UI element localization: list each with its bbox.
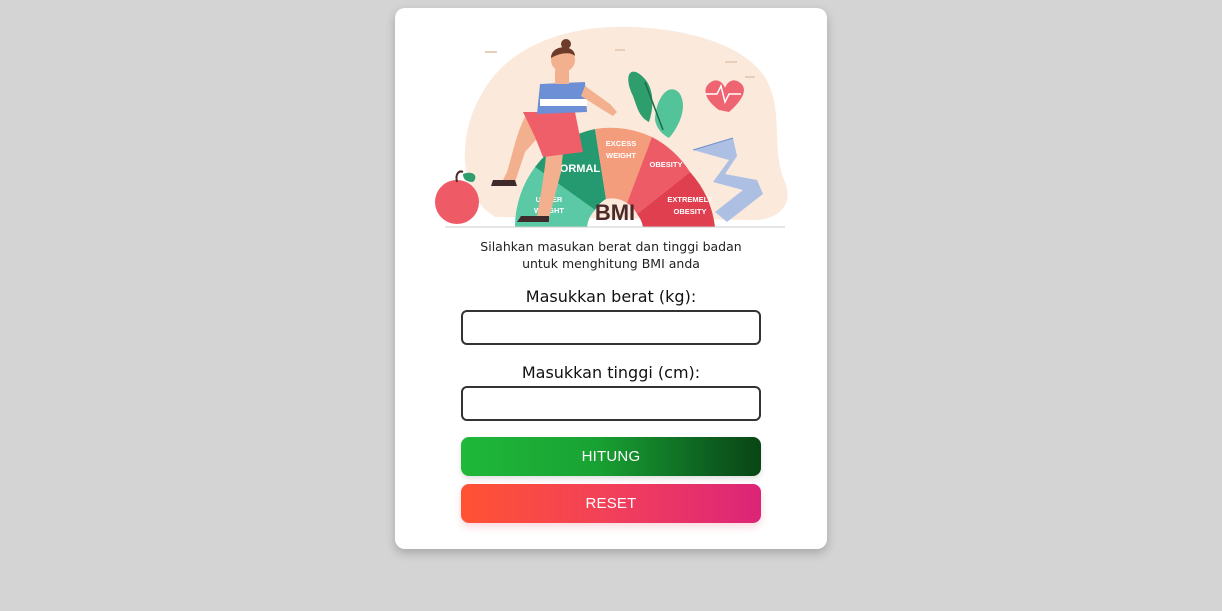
- reset-button[interactable]: RESET: [461, 484, 761, 523]
- bmi-illustration: UNDER WEIGHT NORMAL EXCESS WEIGHT OBESIT…: [435, 26, 788, 228]
- intro-line-2: untuk menghitung BMI anda: [522, 256, 700, 271]
- intro-line-1: Silahkan masukan berat dan tinggi badan: [480, 239, 742, 254]
- height-input[interactable]: [461, 386, 761, 421]
- calculate-button[interactable]: HITUNG: [461, 437, 761, 476]
- bmi-card: UNDER WEIGHT NORMAL EXCESS WEIGHT OBESIT…: [395, 8, 827, 549]
- intro-text: Silahkan masukan berat dan tinggi badan …: [395, 238, 827, 272]
- gauge-label-extreme: EXTREMELY: [667, 195, 712, 204]
- svg-text:WEIGHT: WEIGHT: [606, 151, 636, 160]
- height-label: Masukkan tinggi (cm):: [521, 363, 701, 382]
- weight-input[interactable]: [461, 310, 761, 345]
- gauge-center-label: BMI: [595, 200, 635, 225]
- weight-label: Masukkan berat (kg):: [525, 287, 697, 306]
- gauge-label-excess: EXCESS: [606, 139, 636, 148]
- gauge-label-obesity: OBESITY: [650, 160, 683, 169]
- svg-text:OBESITY: OBESITY: [674, 207, 707, 216]
